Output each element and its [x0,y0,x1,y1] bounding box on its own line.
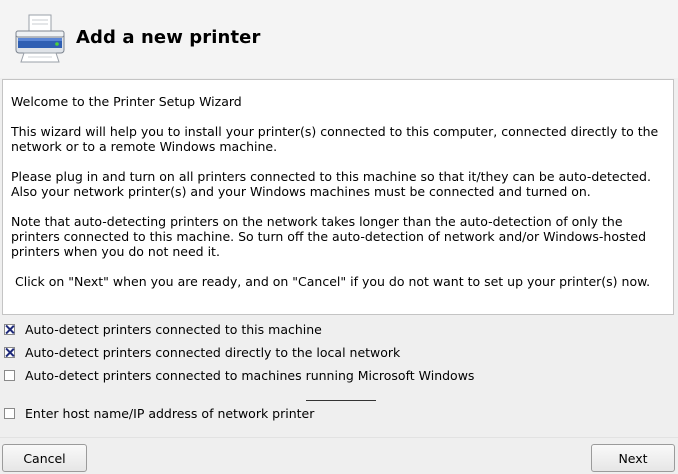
wizard-header: Add a new printer [0,0,678,78]
auto-detect-windows-option[interactable]: Auto-detect printers connected to machin… [4,367,474,383]
welcome-text-box: Welcome to the Printer Setup Wizard This… [2,79,674,315]
host-address-input[interactable] [306,392,376,401]
auto-detect-network-checkbox[interactable] [4,346,15,358]
welcome-heading: Welcome to the Printer Setup Wizard [11,94,242,109]
auto-detect-network-option[interactable]: Auto-detect printers connected directly … [4,344,400,360]
button-bar-divider [0,437,678,438]
auto-detect-windows-checkbox[interactable] [4,369,15,381]
printer-icon [15,14,65,63]
cancel-button[interactable]: Cancel [2,444,87,472]
auto-detect-local-label: Auto-detect printers connected to this m… [25,321,322,337]
plug-in-paragraph: Please plug in and turn on all printers … [11,169,651,199]
host-address-label: Enter host name/IP address of network pr… [25,405,315,421]
instructions-paragraph: Click on "Next" when you are ready, and … [15,274,651,289]
intro-paragraph: This wizard will help you to install you… [11,124,659,154]
page-title: Add a new printer [76,27,261,48]
host-address-checkbox[interactable] [4,407,15,419]
auto-detect-local-checkbox[interactable] [4,323,15,335]
next-button[interactable]: Next [591,444,675,472]
printer-wizard-window: Add a new printer Welcome to the Printer… [0,0,678,474]
auto-detect-local-option[interactable]: Auto-detect printers connected to this m… [4,321,322,337]
host-address-option[interactable]: Enter host name/IP address of network pr… [4,405,314,421]
auto-detect-windows-label: Auto-detect printers connected to machin… [25,367,475,383]
auto-detect-note-paragraph: Note that auto-detecting printers on the… [11,214,647,259]
auto-detect-network-label: Auto-detect printers connected directly … [25,344,401,360]
